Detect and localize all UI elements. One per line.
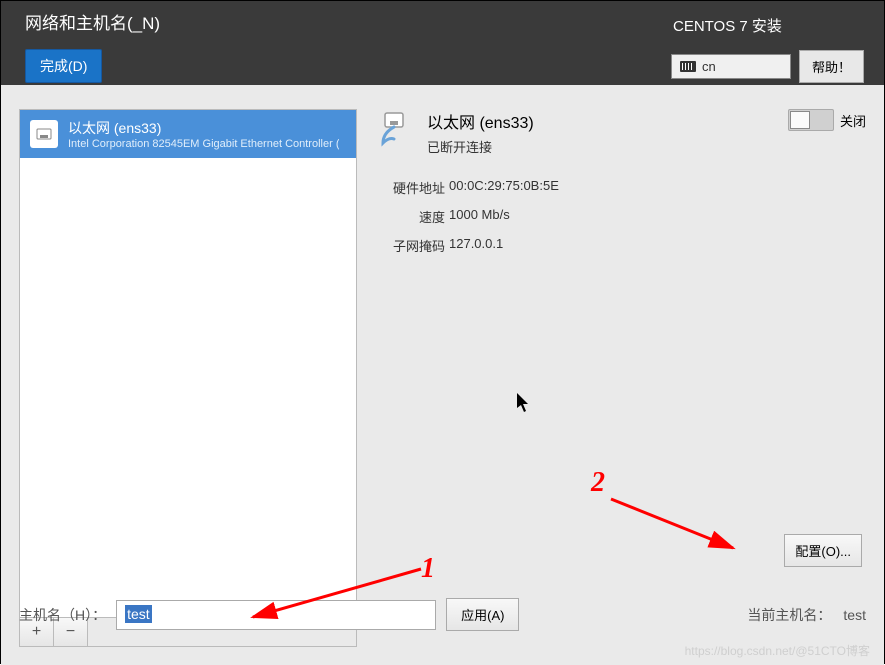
- connection-status: 已断开连接: [427, 137, 534, 156]
- watermark-text: https://blog.csdn.net/@51CTO博客: [685, 642, 870, 659]
- hostname-row: 主机名（H）： test 应用(A) 当前主机名： test: [19, 598, 866, 631]
- keyboard-indicator[interactable]: cn: [671, 54, 791, 79]
- device-list[interactable]: 以太网 (ens33) Intel Corporation 82545EM Gi…: [19, 109, 357, 618]
- header-bar: 网络和主机名(_N) 完成(D) CENTOS 7 安装 cn 帮助！: [1, 1, 884, 85]
- hostname-input[interactable]: test: [116, 600, 436, 630]
- configure-button[interactable]: 配置(O)...: [784, 534, 862, 567]
- detail-panel: 以太网 (ens33) 已断开连接 关闭 硬件地址 00:0C:29:75:0B…: [375, 109, 866, 647]
- header-right-group: CENTOS 7 安装 cn 帮助！: [671, 15, 864, 83]
- help-button[interactable]: 帮助！: [799, 50, 864, 83]
- hw-label: 硬件地址: [375, 178, 445, 197]
- device-item-ens33[interactable]: 以太网 (ens33) Intel Corporation 82545EM Gi…: [20, 110, 356, 158]
- toggle-thumb: [790, 111, 810, 129]
- speed-value: 1000 Mb/s: [449, 207, 866, 226]
- device-panel: 以太网 (ens33) Intel Corporation 82545EM Gi…: [19, 109, 357, 647]
- hostname-label: 主机名（H）：: [19, 605, 106, 625]
- current-hostname-value: test: [843, 607, 866, 623]
- detail-info-grid: 硬件地址 00:0C:29:75:0B:5E 速度 1000 Mb/s 子网掩码…: [375, 178, 866, 255]
- current-hostname-label: 当前主机名：: [747, 605, 831, 625]
- device-desc: Intel Corporation 82545EM Gigabit Ethern…: [68, 138, 339, 150]
- connection-title: 以太网 (ens33): [427, 109, 534, 133]
- hostname-input-value: test: [125, 605, 152, 623]
- device-name: 以太网 (ens33): [68, 118, 339, 138]
- annotation-number-2: 2: [591, 467, 605, 499]
- main-area: 以太网 (ens33) Intel Corporation 82545EM Gi…: [1, 85, 884, 665]
- cursor-icon: [517, 393, 531, 418]
- install-title: CENTOS 7 安装: [673, 15, 864, 36]
- installer-window: 网络和主机名(_N) 完成(D) CENTOS 7 安装 cn 帮助！: [0, 0, 885, 664]
- done-button[interactable]: 完成(D): [25, 49, 102, 83]
- apply-hostname-button[interactable]: 应用(A): [446, 598, 519, 631]
- hw-value: 00:0C:29:75:0B:5E: [449, 178, 866, 197]
- connection-toggle[interactable]: [788, 109, 834, 131]
- toggle-label: 关闭: [840, 111, 866, 130]
- ethernet-large-icon: [375, 109, 415, 149]
- keyboard-layout-text: cn: [702, 59, 716, 74]
- mask-label: 子网掩码: [375, 236, 445, 255]
- speed-label: 速度: [375, 207, 445, 226]
- page-title: 网络和主机名(_N): [25, 9, 160, 34]
- ethernet-port-icon: [30, 120, 58, 148]
- keyboard-icon: [680, 61, 696, 72]
- mask-value: 127.0.0.1: [449, 236, 866, 255]
- annotation-number-1: 1: [421, 553, 435, 585]
